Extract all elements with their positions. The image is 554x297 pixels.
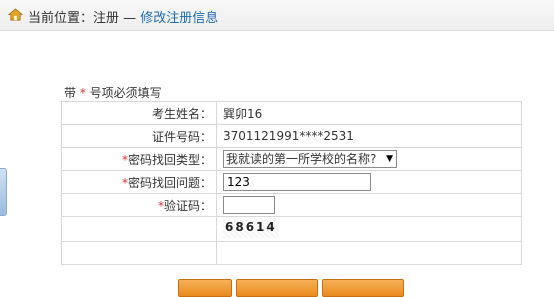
form-row-captcha-image: 68614 — [61, 216, 522, 242]
dropdown-arrow-icon: ▼ — [386, 154, 393, 164]
captcha-image-cell: 68614 — [216, 216, 522, 242]
name-value: 巽卯16 — [216, 101, 522, 125]
required-note-suffix: 号项必须填写 — [85, 86, 162, 100]
captcha-label-cell: *验证码： — [61, 193, 217, 217]
recovery-question-cell — [216, 170, 522, 194]
required-note-prefix: 带 — [64, 86, 80, 100]
required-note: 带 * 号项必须填写 — [64, 84, 162, 101]
recovery-question-label-cell: *密码找回问题： — [61, 170, 217, 194]
breadcrumb-prefix: 当前位置：注册 — — [28, 11, 141, 26]
form-row-name: 考生姓名： 巽卯16 — [61, 101, 522, 125]
form-row-captcha-input: *验证码： — [61, 193, 522, 217]
recovery-type-selected: 我就读的第一所学校的名称? — [226, 152, 377, 166]
side-collapse-handle[interactable] — [0, 168, 7, 216]
form-row-empty — [61, 241, 522, 265]
empty-label-cell — [61, 241, 217, 265]
captcha-input[interactable] — [223, 196, 275, 214]
recovery-type-select[interactable]: 我就读的第一所学校的名称? ▼ — [223, 150, 397, 168]
home-icon — [8, 8, 23, 21]
form-row-id-number: 证件号码： 3701121991****2531 — [61, 124, 522, 148]
form-button-3[interactable] — [322, 279, 404, 297]
empty-value-cell — [216, 241, 522, 265]
registration-form-table: 考生姓名： 巽卯16 证件号码： 3701121991****2531 *密码找… — [61, 101, 522, 265]
breadcrumb: 当前位置：注册 — 修改注册信息 — [28, 7, 218, 26]
recovery-type-cell: 我就读的第一所学校的名称? ▼ — [216, 147, 522, 171]
form-button-1[interactable] — [178, 279, 232, 297]
breadcrumb-current: 修改注册信息 — [140, 11, 219, 26]
captcha-input-cell — [216, 193, 522, 217]
recovery-type-label: 密码找回类型： — [127, 152, 212, 167]
id-number-label: 证件号码： — [61, 124, 217, 148]
captcha-label: 验证码： — [163, 198, 212, 213]
recovery-question-input[interactable] — [223, 173, 371, 191]
captcha-image[interactable]: 68614 — [223, 220, 279, 238]
captcha-image-label-cell — [61, 216, 217, 242]
form-row-recovery-question: *密码找回问题： — [61, 170, 522, 194]
recovery-question-label: 密码找回问题： — [127, 175, 212, 190]
recovery-type-label-cell: *密码找回类型： — [61, 147, 217, 171]
form-button-2[interactable] — [236, 279, 318, 297]
id-number-value: 3701121991****2531 — [216, 124, 522, 148]
form-row-recovery-type: *密码找回类型： 我就读的第一所学校的名称? ▼ — [61, 147, 522, 171]
name-label: 考生姓名： — [61, 101, 217, 125]
breadcrumb-bar: 当前位置：注册 — 修改注册信息 — [0, 0, 554, 31]
